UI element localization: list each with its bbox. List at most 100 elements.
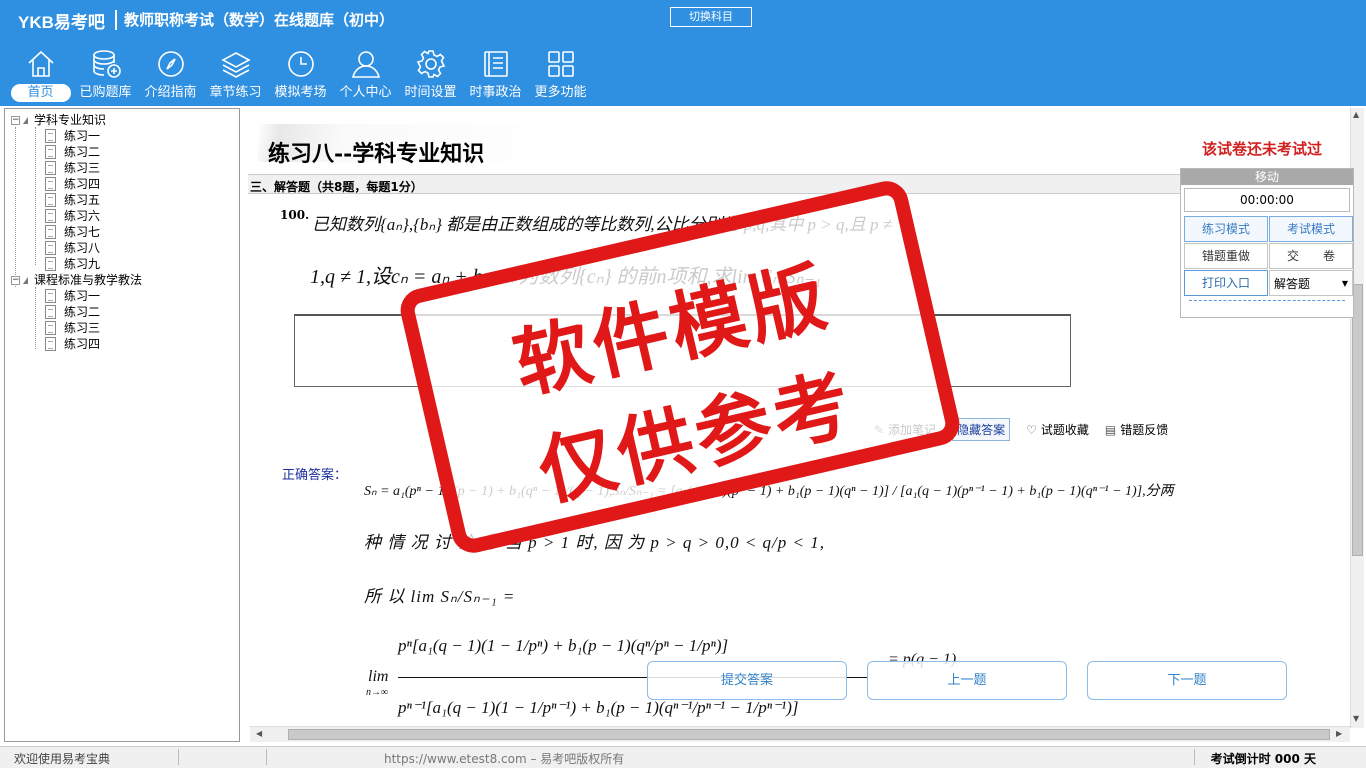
nav-time-settings[interactable]: 时间设置	[398, 48, 463, 104]
tree-item-exercise[interactable]: 练习一	[45, 288, 100, 304]
document-icon	[45, 161, 56, 175]
collapse-toggle-icon[interactable]: −	[11, 115, 20, 125]
control-panel: 移动 00:00:00 练习模式 考试模式 错题重做 交 卷 打印入口 解答题 …	[1180, 168, 1354, 318]
tree-item-exercise[interactable]: 练习一	[45, 128, 100, 144]
tree-item-exercise[interactable]: 练习七	[45, 224, 100, 240]
answer-line: Sₙ = a₁(pⁿ − 1)/(p − 1) + b₁(qⁿ − 1)/(q …	[364, 484, 1174, 499]
folder-triangle-icon	[23, 276, 28, 284]
limit-subscript: n→∞	[366, 687, 389, 698]
answer-line: 种 情 况 讨 论:① 当 p > 1 时, 因 为 p > q > 0,0 <…	[364, 533, 825, 552]
scroll-thumb[interactable]	[1352, 284, 1363, 556]
tree-item-label: 练习二	[64, 305, 101, 319]
nav-more[interactable]: 更多功能	[528, 48, 593, 104]
welcome-text: 欢迎使用易考宝典	[14, 752, 111, 766]
switch-subject-button[interactable]: 切换科目	[670, 7, 752, 27]
nav-mock-exam[interactable]: 模拟考场	[268, 48, 333, 104]
answer-fraction-denominator: pⁿ⁻¹[a₁(q − 1)(1 − 1/pⁿ⁻¹) + b₁(p − 1)(q…	[398, 698, 799, 717]
scroll-thumb[interactable]	[288, 729, 1330, 740]
tree-item-exercise[interactable]: 练习三	[45, 160, 100, 176]
document-icon	[45, 129, 56, 143]
tree-item-exercise[interactable]: 练习五	[45, 192, 100, 208]
hide-answer-button[interactable]: 隐藏答案	[952, 418, 1011, 441]
question-type-select[interactable]: 解答题 ▼	[1269, 270, 1353, 296]
tree-item-exercise[interactable]: 练习二	[45, 304, 100, 320]
tree-item-exercise[interactable]: 练习四	[45, 176, 100, 192]
document-icon	[45, 257, 56, 271]
dropdown-arrow-icon: ▼	[1341, 278, 1348, 288]
tree-item-exercise[interactable]: 练习六	[45, 208, 100, 224]
logo-divider	[115, 10, 117, 30]
tree-item-label: 练习三	[64, 161, 101, 175]
horizontal-scrollbar[interactable]: ◀ ▶	[250, 726, 1350, 742]
nav-purchased[interactable]: 已购题库	[73, 48, 138, 104]
panel-buttons: 练习模式 考试模式 错题重做 交 卷 打印入口 解答题 ▼	[1184, 216, 1353, 296]
exam-mode-button[interactable]: 考试模式	[1269, 216, 1353, 242]
home-icon	[27, 50, 54, 77]
favorite-button[interactable]: ♡ 试题收藏	[1026, 421, 1089, 438]
tree-item-label: 练习四	[64, 177, 101, 191]
scroll-down-icon[interactable]: ▼	[1353, 714, 1359, 723]
nav-personal-center[interactable]: 个人中心	[333, 48, 398, 104]
tree-group-curriculum[interactable]: − 课程标准与教学教法	[11, 272, 142, 288]
user-icon	[351, 51, 380, 78]
document-icon	[45, 193, 56, 207]
scroll-left-icon[interactable]: ◀	[256, 729, 262, 738]
tree-item-label: 练习二	[64, 145, 101, 159]
redo-wrong-button[interactable]: 错题重做	[1184, 243, 1268, 269]
answer-input-box[interactable]	[294, 314, 1071, 387]
tree-group-subject-knowledge[interactable]: − 学科专业知识	[11, 112, 106, 128]
nav-label: 模拟考场	[274, 85, 327, 100]
tree-group-label: 课程标准与教学教法	[34, 273, 143, 287]
answer-label: 正确答案：	[282, 468, 348, 483]
practice-mode-button[interactable]: 练习模式	[1184, 216, 1268, 242]
exam-countdown: 考试倒计时 000 天	[1210, 752, 1316, 766]
section-title: 三、解答题（共8题，每题1分）	[250, 180, 423, 194]
nav-label: 章节练习	[209, 85, 262, 100]
nav-label: 更多功能	[534, 85, 587, 100]
answer-fraction-numerator: pⁿ[a₁(q − 1)(1 − 1/pⁿ) + b₁(p − 1)(qⁿ/pⁿ…	[398, 636, 729, 655]
paper-title: 练习八--学科专业知识	[268, 141, 485, 167]
nav-chapter-practice[interactable]: 章节练习	[203, 48, 268, 104]
app-header: YKB易考吧 教师职称考试（数学）在线题库（初中） 切换科目 首页 已购题库 介…	[0, 0, 1366, 106]
previous-question-button[interactable]: 上一题	[867, 661, 1067, 700]
nav-label: 介绍指南	[144, 85, 197, 100]
status-divider	[178, 749, 179, 765]
nav-label: 已购题库	[79, 85, 132, 100]
nav-current-affairs[interactable]: 时事政治	[463, 48, 528, 104]
tree-item-exercise[interactable]: 练习三	[45, 320, 100, 336]
next-question-button[interactable]: 下一题	[1087, 661, 1287, 700]
grid-icon	[547, 51, 574, 77]
tool-label: 错题反馈	[1120, 423, 1169, 437]
document-icon	[45, 209, 56, 223]
main-nav: 首页 已购题库 介绍指南 章节练习 模拟考场 个人中心 时间设置 时事政治 更多…	[8, 48, 593, 104]
exercise-tree: − 学科专业知识 练习一 练习二 练习三 练习四 练习五 练习六 练习七 练习八…	[4, 108, 240, 742]
app-logo: YKB易考吧	[18, 13, 105, 32]
nav-label: 时事政治	[469, 85, 522, 100]
tree-item-exercise[interactable]: 练习二	[45, 144, 100, 160]
feedback-button[interactable]: ▤ 错题反馈	[1105, 421, 1168, 438]
print-button[interactable]: 打印入口	[1184, 270, 1268, 296]
scroll-right-icon[interactable]: ▶	[1336, 729, 1342, 738]
answer-line: 所 以 lim Sₙ/Sₙ₋₁ =	[364, 587, 516, 606]
layers-icon	[220, 52, 251, 78]
status-bar: 欢迎使用易考宝典 https://www.etest8.com – 易考吧版权所…	[0, 746, 1366, 768]
submit-answer-button[interactable]: 提交答案	[647, 661, 847, 700]
document-icon	[45, 305, 56, 319]
tree-connector	[15, 127, 16, 287]
nav-home[interactable]: 首页	[8, 48, 73, 104]
tree-item-exercise[interactable]: 练习九	[45, 256, 100, 272]
submit-paper-button[interactable]: 交 卷	[1269, 243, 1353, 269]
scroll-up-icon[interactable]: ▲	[1353, 110, 1359, 119]
collapse-toggle-icon[interactable]: −	[11, 275, 20, 285]
tree-item-exercise-selected[interactable]: 练习八	[45, 240, 100, 256]
panel-drag-handle[interactable]: 移动	[1181, 169, 1353, 185]
tool-label: 试题收藏	[1040, 423, 1089, 437]
pencil-icon: ✎	[874, 422, 885, 437]
nav-guide[interactable]: 介绍指南	[138, 48, 203, 104]
tool-label: 隐藏答案	[957, 423, 1006, 437]
tree-item-exercise[interactable]: 练习四	[45, 336, 100, 352]
add-note-button[interactable]: ✎ 添加笔记	[874, 421, 936, 438]
tree-item-label: 练习四	[64, 337, 101, 351]
document-icon	[45, 321, 56, 335]
nav-label: 时间设置	[404, 85, 457, 100]
